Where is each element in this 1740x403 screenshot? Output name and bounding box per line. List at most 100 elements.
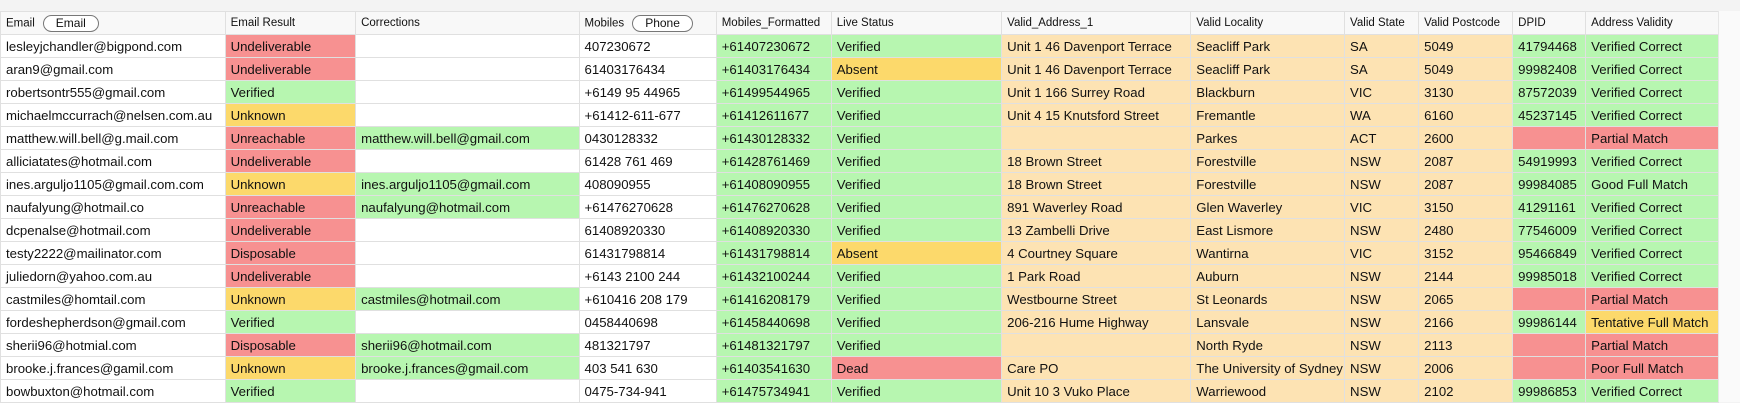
cell-email-result[interactable]: Unreachable xyxy=(224,126,357,150)
cell-live-status[interactable]: Verified xyxy=(830,103,1003,127)
cell-valid-postcode[interactable]: 2065 xyxy=(1418,287,1514,311)
table-row[interactable]: juliedorn@yahoo.com.au Undeliverable +6143… xyxy=(0,264,1719,288)
cell-live-status[interactable]: Verified xyxy=(830,34,1003,58)
column-header-email-result[interactable]: Email Result xyxy=(224,11,357,35)
cell-email-result[interactable]: Disposable xyxy=(224,241,357,265)
cell-mobiles-formatted[interactable]: +61481321797 xyxy=(715,333,832,357)
mobiles-type-button[interactable]: Phone xyxy=(632,14,693,32)
cell-mobiles-formatted[interactable]: +61499544965 xyxy=(715,80,832,104)
cell-valid-postcode[interactable]: 5049 xyxy=(1418,34,1514,58)
cell-corrections[interactable] xyxy=(355,218,580,242)
cell-dpid[interactable]: 45237145 xyxy=(1512,103,1587,127)
cell-address-validity[interactable]: Verified Correct xyxy=(1585,34,1719,58)
cell-valid-locality[interactable]: Parkes xyxy=(1190,126,1346,150)
cell-email[interactable]: michaelmccurrach@nelsen.com.au xyxy=(0,103,226,127)
cell-mobiles-formatted[interactable]: +61431798814 xyxy=(715,241,832,265)
cell-email-result[interactable]: Verified xyxy=(224,379,357,403)
table-row[interactable]: dcpenalse@hotmail.com Undeliverable 614089… xyxy=(0,218,1719,242)
cell-live-status[interactable]: Verified xyxy=(830,333,1003,357)
cell-mobiles-formatted[interactable]: +61416208179 xyxy=(715,287,832,311)
cell-email[interactable]: ines.arguljo1105@gmail.com.com xyxy=(0,172,226,196)
cell-corrections[interactable] xyxy=(355,379,580,403)
cell-valid-address[interactable]: 4 Courtney Square xyxy=(1001,241,1192,265)
cell-address-validity[interactable]: Good Full Match xyxy=(1585,172,1719,196)
cell-valid-postcode[interactable]: 3152 xyxy=(1418,241,1514,265)
cell-mobiles-formatted[interactable]: +61408920330 xyxy=(715,218,832,242)
cell-valid-address[interactable]: 13 Zambelli Drive xyxy=(1001,218,1192,242)
column-header-valid-postcode[interactable]: Valid Postcode xyxy=(1418,11,1514,35)
cell-valid-state[interactable]: WA xyxy=(1344,103,1420,127)
cell-valid-postcode[interactable]: 3150 xyxy=(1418,195,1514,219)
cell-valid-address[interactable]: Unit 1 46 Davenport Terrace xyxy=(1001,34,1192,58)
cell-valid-postcode[interactable]: 2144 xyxy=(1418,264,1514,288)
cell-email[interactable]: alliciatates@hotmail.com xyxy=(0,149,226,173)
cell-dpid[interactable]: 99984085 xyxy=(1512,172,1587,196)
cell-mobiles[interactable]: 408090955 xyxy=(578,172,717,196)
cell-email-result[interactable]: Verified xyxy=(224,310,357,334)
cell-email[interactable]: lesleyjchandler@bigpond.com xyxy=(0,34,226,58)
cell-mobiles-formatted[interactable]: +61428761469 xyxy=(715,149,832,173)
cell-mobiles[interactable]: +6149 95 44965 xyxy=(578,80,717,104)
cell-live-status[interactable]: Verified xyxy=(830,172,1003,196)
cell-email[interactable]: matthew.will.bell@g.mail.com xyxy=(0,126,226,150)
cell-valid-locality[interactable]: Forestville xyxy=(1190,172,1346,196)
cell-dpid[interactable]: 77546009 xyxy=(1512,218,1587,242)
cell-mobiles-formatted[interactable]: +61403541630 xyxy=(715,356,832,380)
cell-valid-state[interactable]: NSW xyxy=(1344,287,1420,311)
table-row[interactable]: naufalyung@hotmail.co Unreachable naufalyu… xyxy=(0,195,1719,219)
cell-mobiles[interactable]: 61408920330 xyxy=(578,218,717,242)
cell-valid-locality[interactable]: Lansvale xyxy=(1190,310,1346,334)
cell-valid-state[interactable]: NSW xyxy=(1344,264,1420,288)
table-row[interactable]: bowbuxton@hotmail.com Verified 0475-734-94… xyxy=(0,379,1719,403)
cell-valid-address[interactable] xyxy=(1001,126,1192,150)
cell-valid-state[interactable]: NSW xyxy=(1344,218,1420,242)
cell-mobiles-formatted[interactable]: +61475734941 xyxy=(715,379,832,403)
cell-valid-postcode[interactable]: 2600 xyxy=(1418,126,1514,150)
cell-valid-address[interactable]: 18 Brown Street xyxy=(1001,149,1192,173)
cell-dpid[interactable]: 41794468 xyxy=(1512,34,1587,58)
cell-valid-locality[interactable]: Warriewood xyxy=(1190,379,1346,403)
cell-valid-postcode[interactable]: 2113 xyxy=(1418,333,1514,357)
cell-valid-address[interactable]: Unit 4 15 Knutsford Street xyxy=(1001,103,1192,127)
cell-corrections[interactable] xyxy=(355,34,580,58)
table-row[interactable]: sherii96@hotmial.com Disposable sherii96@h… xyxy=(0,333,1719,357)
cell-corrections[interactable] xyxy=(355,80,580,104)
cell-valid-postcode[interactable]: 6160 xyxy=(1418,103,1514,127)
cell-valid-state[interactable]: ACT xyxy=(1344,126,1420,150)
cell-valid-state[interactable]: NSW xyxy=(1344,310,1420,334)
cell-valid-state[interactable]: VIC xyxy=(1344,241,1420,265)
cell-live-status[interactable]: Dead xyxy=(830,356,1003,380)
cell-live-status[interactable]: Verified xyxy=(830,149,1003,173)
cell-dpid[interactable] xyxy=(1512,126,1587,150)
cell-corrections[interactable]: matthew.will.bell@gmail.com xyxy=(355,126,580,150)
cell-corrections[interactable]: brooke.j.frances@gmail.com xyxy=(355,356,580,380)
cell-live-status[interactable]: Verified xyxy=(830,218,1003,242)
cell-mobiles-formatted[interactable]: +61432100244 xyxy=(715,264,832,288)
column-header-live-status[interactable]: Live Status xyxy=(830,11,1003,35)
cell-live-status[interactable]: Verified xyxy=(830,379,1003,403)
cell-address-validity[interactable]: Verified Correct xyxy=(1585,264,1719,288)
cell-valid-address[interactable] xyxy=(1001,333,1192,357)
cell-email-result[interactable]: Unknown xyxy=(224,287,357,311)
column-header-valid-state[interactable]: Valid State xyxy=(1344,11,1420,35)
cell-valid-state[interactable]: NSW xyxy=(1344,333,1420,357)
cell-email-result[interactable]: Unreachable xyxy=(224,195,357,219)
cell-address-validity[interactable]: Verified Correct xyxy=(1585,195,1719,219)
cell-valid-postcode[interactable]: 2166 xyxy=(1418,310,1514,334)
cell-email-result[interactable]: Unknown xyxy=(224,172,357,196)
cell-corrections[interactable]: ines.arguljo1105@gmail.com xyxy=(355,172,580,196)
cell-address-validity[interactable]: Verified Correct xyxy=(1585,379,1719,403)
cell-email[interactable]: castmiles@homtail.com xyxy=(0,287,226,311)
table-row[interactable]: robertsontr555@gmail.com Verified +6149 95… xyxy=(0,80,1719,104)
cell-dpid[interactable]: 54919993 xyxy=(1512,149,1587,173)
cell-valid-locality[interactable]: The University of Sydney xyxy=(1190,356,1346,380)
cell-mobiles[interactable]: +61476270628 xyxy=(578,195,717,219)
cell-email[interactable]: robertsontr555@gmail.com xyxy=(0,80,226,104)
cell-address-validity[interactable]: Verified Correct xyxy=(1585,218,1719,242)
cell-valid-address[interactable]: 891 Waverley Road xyxy=(1001,195,1192,219)
cell-valid-postcode[interactable]: 5049 xyxy=(1418,57,1514,81)
cell-valid-address[interactable]: Unit 1 46 Davenport Terrace xyxy=(1001,57,1192,81)
cell-email[interactable]: sherii96@hotmial.com xyxy=(0,333,226,357)
cell-address-validity[interactable]: Verified Correct xyxy=(1585,80,1719,104)
cell-valid-state[interactable]: SA xyxy=(1344,34,1420,58)
